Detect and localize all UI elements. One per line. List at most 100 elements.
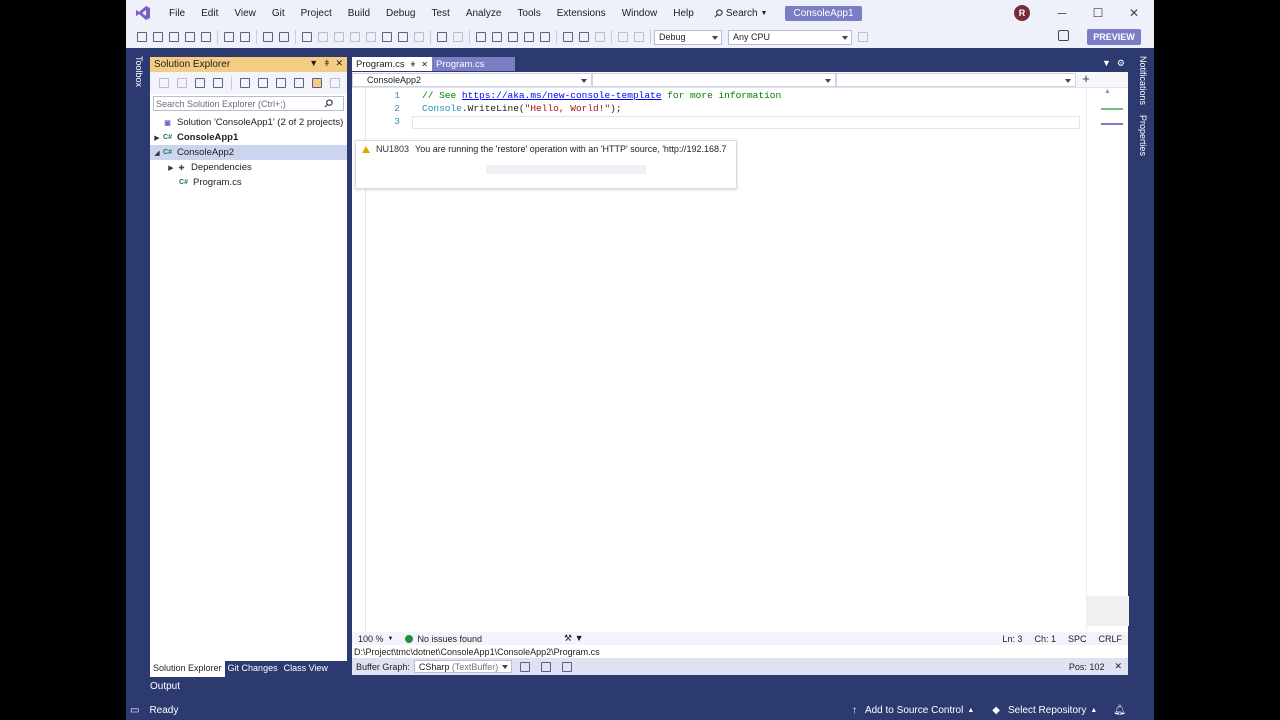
tree-item-program-cs[interactable]: C# Program.cs: [150, 175, 347, 190]
forward-icon[interactable]: [177, 78, 187, 88]
forward-icon[interactable]: [153, 32, 163, 42]
sync-icon[interactable]: [258, 78, 268, 88]
track-active-item-icon[interactable]: [312, 78, 322, 88]
cleanup-icon[interactable]: ⚒ ▼: [558, 633, 589, 644]
next-bookmark-icon[interactable]: [334, 32, 344, 42]
back-icon[interactable]: [137, 32, 147, 42]
refresh-icon[interactable]: [540, 661, 551, 672]
close-icon[interactable]: ✕: [1114, 661, 1122, 672]
bookmark-icon[interactable]: [302, 32, 312, 42]
open-folder-icon[interactable]: [508, 32, 518, 42]
undo-icon[interactable]: [618, 32, 628, 42]
expand-icon[interactable]: ▶: [166, 164, 176, 172]
collapse-all-icon[interactable]: [276, 78, 286, 88]
tree-item-dependencies[interactable]: ▶ ⁜ Dependencies: [150, 160, 347, 175]
properties-tab[interactable]: Properties: [1134, 115, 1148, 156]
new-item-icon[interactable]: [169, 32, 179, 42]
pin-icon[interactable]: ǂ: [324, 58, 329, 69]
tab-program-cs[interactable]: Program.cs ǂ ✕: [352, 57, 432, 71]
code-link[interactable]: https://aka.ms/new-console-template: [462, 90, 662, 101]
comment-icon[interactable]: [263, 32, 273, 42]
configuration-select[interactable]: Debug: [654, 29, 722, 45]
close-icon[interactable]: ✕: [335, 58, 343, 69]
new-project-icon[interactable]: [492, 32, 502, 42]
sort-icon[interactable]: [185, 32, 195, 42]
search-box[interactable]: Search ▼: [708, 8, 774, 19]
menu-extensions[interactable]: Extensions: [549, 8, 614, 19]
add-to-source-control-button[interactable]: ↑ Add to Source Control ▲: [852, 705, 974, 716]
avatar[interactable]: R: [1014, 5, 1030, 21]
output-tab[interactable]: Output: [150, 681, 180, 692]
menu-view[interactable]: View: [226, 8, 264, 19]
notifications-tab[interactable]: Notifications: [1134, 56, 1148, 105]
line-indicator[interactable]: Ln: 3: [996, 634, 1028, 644]
save-icon[interactable]: [524, 32, 534, 42]
window-list-icon[interactable]: [398, 32, 408, 42]
tab-solution-explorer[interactable]: Solution Explorer: [150, 661, 225, 677]
issues-indicator[interactable]: No issues found: [399, 634, 488, 644]
preview-button[interactable]: PREVIEW: [1087, 29, 1141, 45]
tab-git-changes[interactable]: Git Changes: [225, 661, 281, 677]
member-nav-select[interactable]: [836, 73, 1076, 87]
window-icon[interactable]: [382, 32, 392, 42]
navigate-forward-icon[interactable]: [453, 32, 463, 42]
zoom-select[interactable]: 100 % ▼: [352, 634, 399, 644]
scroll-thumb[interactable]: [1087, 596, 1129, 626]
line-ending-indicator[interactable]: CRLF: [1092, 634, 1128, 644]
solution-explorer-search[interactable]: Search Solution Explorer (Ctrl+;): [153, 96, 344, 111]
prev-bookmark-icon[interactable]: [318, 32, 328, 42]
properties-icon[interactable]: [330, 78, 340, 88]
home-icon[interactable]: [195, 78, 205, 88]
copy-icon[interactable]: [579, 32, 589, 42]
graph-icon[interactable]: [519, 661, 530, 672]
paste-icon[interactable]: [595, 32, 605, 42]
menu-project[interactable]: Project: [293, 8, 340, 19]
tree-item-consoleapp2[interactable]: ◢ C# ConsoleApp2: [150, 145, 347, 160]
scroll-up-icon[interactable]: ▲: [1087, 88, 1128, 95]
tree-item-consoleapp1[interactable]: ▶ C# ConsoleApp1: [150, 130, 347, 145]
buffer-select[interactable]: CSharp (TextBuffer): [413, 660, 512, 673]
split-icon[interactable]: +: [1076, 72, 1096, 87]
type-nav-select[interactable]: [592, 73, 836, 87]
menu-test[interactable]: Test: [423, 8, 457, 19]
select-repository-button[interactable]: ◆ Select Repository ▲: [992, 705, 1097, 716]
menu-debug[interactable]: Debug: [378, 8, 423, 19]
whitespace-indicator[interactable]: SPC: [1062, 634, 1093, 644]
close-button[interactable]: ✕: [1116, 0, 1152, 26]
dropdown-icon[interactable]: ▼: [309, 58, 318, 69]
toolbox-tab[interactable]: Toolbox: [130, 56, 144, 87]
menu-edit[interactable]: Edit: [193, 8, 226, 19]
feedback-icon[interactable]: [1058, 30, 1069, 41]
toolbar-options-icon[interactable]: [858, 32, 868, 42]
vertical-scrollbar[interactable]: ▲: [1086, 88, 1129, 632]
menu-help[interactable]: Help: [665, 8, 702, 19]
navigate-icon[interactable]: [437, 32, 447, 42]
switch-views-icon[interactable]: [213, 78, 223, 88]
notification-bell-icon[interactable]: 🔔︎: [1113, 705, 1126, 716]
redo-icon[interactable]: [634, 32, 644, 42]
tab-list-icon[interactable]: ▼: [1102, 58, 1111, 69]
warning-code[interactable]: NU1803: [376, 144, 409, 154]
menu-analyze[interactable]: Analyze: [458, 8, 510, 19]
solution-config-icon[interactable]: [476, 32, 486, 42]
cut-icon[interactable]: [563, 32, 573, 42]
project-nav-select[interactable]: ConsoleApp2: [352, 73, 592, 87]
breakpoint-icon[interactable]: [414, 32, 424, 42]
save-all-icon[interactable]: [540, 32, 550, 42]
menu-window[interactable]: Window: [614, 8, 666, 19]
platform-select[interactable]: Any CPU: [728, 29, 852, 45]
tab-program-cs-preview[interactable]: Program.cs: [431, 57, 515, 71]
menu-build[interactable]: Build: [340, 8, 378, 19]
expand-icon[interactable]: ▶: [152, 134, 162, 142]
outdent-icon[interactable]: [224, 32, 234, 42]
menu-file[interactable]: File: [161, 8, 193, 19]
tree-item-solution[interactable]: ▣ Solution 'ConsoleApp1' (2 of 2 project…: [150, 115, 347, 130]
clear-bookmarks-icon[interactable]: [366, 32, 376, 42]
format-icon[interactable]: [201, 32, 211, 42]
pin-icon[interactable]: ǂ: [411, 60, 416, 69]
tab-class-view[interactable]: Class View: [281, 661, 331, 677]
settings-icon[interactable]: ⚙: [1117, 58, 1125, 69]
indent-icon[interactable]: [240, 32, 250, 42]
back-icon[interactable]: [159, 78, 169, 88]
collapse-icon[interactable]: ◢: [152, 149, 162, 157]
